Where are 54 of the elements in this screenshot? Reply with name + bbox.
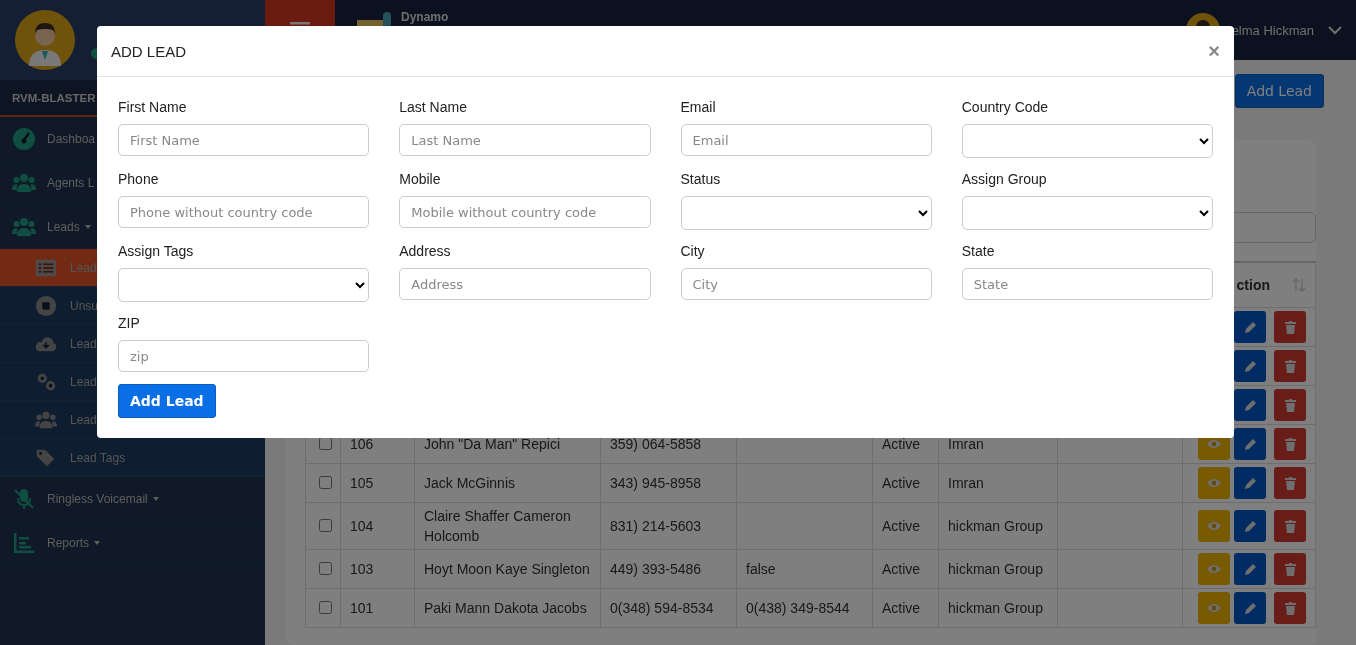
sidebar-label: Agents L [47,175,95,190]
field-label: Status [680,171,722,188]
table-cell: false [746,561,776,577]
table-cell: Claire Shaffer Cameron Holcomb [424,508,571,544]
table-cell: 449) 393-5486 [610,561,702,577]
sidebar-label: Leads [47,219,80,234]
table-cell: Active [882,436,921,452]
table-cell: Active [882,518,921,534]
field-label: Country Code [961,99,1050,116]
table-cell: 104 [350,518,374,534]
table-cell: 359) 064-5858 [610,436,702,452]
table-cell: hickman Group [948,518,1043,534]
table-cell: John "Da Man" Repici [424,436,560,452]
table-cell: 105 [350,475,374,491]
table-cell: 831) 214-5603 [610,518,702,534]
table-cell: 0(438) 349-8544 [746,600,850,616]
field-label: State [961,243,996,260]
submenu-label: Lead [70,260,97,275]
table-cell: 0(348) 594-8534 [610,600,714,616]
logo-text: Dynamo [401,10,449,24]
sidebar-label: Reports [47,535,90,550]
field-label: Mobile [399,171,442,188]
field-label: First Name [118,99,188,116]
dialog-title: ADD LEAD [111,42,187,60]
table-cell: hickman Group [948,561,1043,577]
table-cell: Active [882,600,921,616]
field-label: Phone [118,171,160,188]
submenu-label: Lead Tags [70,450,126,465]
table-cell: Active [882,475,921,491]
table-cell: 106 [350,436,374,452]
sidebar-label: Dashboa [47,131,96,146]
submenu-label: Lead [70,412,97,427]
table-cell: 103 [350,561,374,577]
table-cell: Imran [948,436,984,452]
submenu-label: Unsu [70,298,98,313]
field-label: Assign Tags [118,243,195,260]
table-cell: Paki Mann Dakota Jacobs [424,600,587,616]
table-cell: 343) 945-8958 [610,475,702,491]
field-label: ZIP [118,315,141,332]
field-label: City [680,243,706,260]
submenu-label: Lead [70,374,97,389]
field-label: Last Name [399,99,468,116]
table-cell: Jack McGinnis [424,475,516,491]
table-cell: hickman Group [948,600,1043,616]
table-cell: Imran [948,475,984,491]
table-cell: Hoyt Moon Kaye Singleton [424,561,590,577]
field-label: Email [680,99,717,116]
submenu-label: Lead [70,336,97,351]
table-cell: 101 [350,600,374,616]
sidebar-label: Ringless Voicemail [47,491,148,506]
field-label: Address [399,243,452,260]
table-cell: Active [882,561,921,577]
field-label: Assign Group [961,171,1048,188]
column-header: ction [1236,276,1270,295]
